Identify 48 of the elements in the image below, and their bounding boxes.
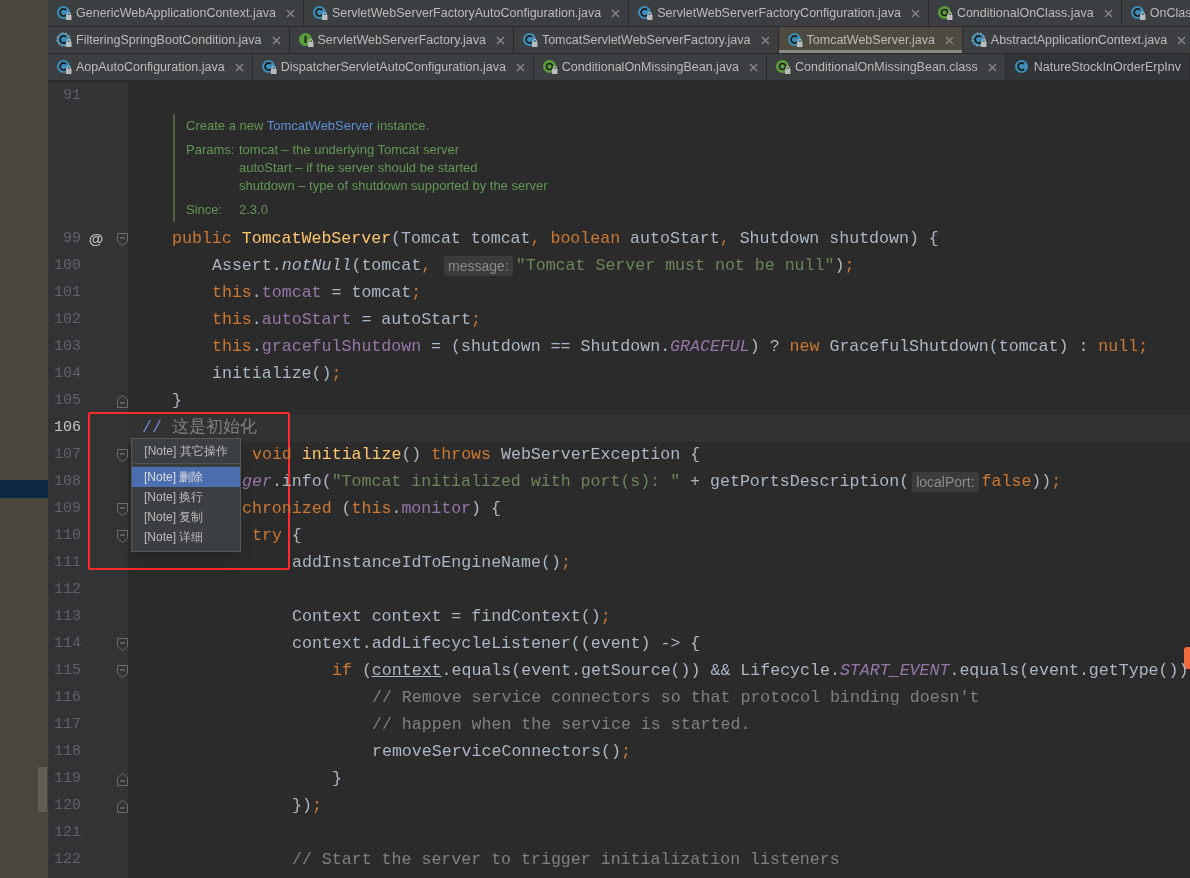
code-line: Assert.notNull(tomcat, message: "Tomcat Server must not be null");	[212, 255, 855, 279]
doc-label: Params:	[186, 141, 236, 159]
editor-tab[interactable]: TomcatWebServer.java	[778, 27, 963, 53]
selection-bar	[0, 480, 48, 498]
fold-marker-icon[interactable]	[117, 665, 128, 678]
code-line: }	[172, 390, 182, 413]
editor-tab[interactable]: NatureStockInOrderErpInv	[1005, 54, 1190, 80]
code-line: this.autoStart = autoStart;	[212, 309, 481, 332]
fold-marker-icon[interactable]	[117, 503, 128, 516]
code-editor[interactable]	[48, 82, 1190, 878]
code-line: // 这是初始化	[142, 417, 257, 440]
fold-marker-icon[interactable]	[117, 530, 128, 543]
fold-marker-icon[interactable]	[117, 233, 128, 246]
code-line: public TomcatWebServer(Tomcat tomcat, boolean autoStart, Shutdown shutdown) {	[172, 228, 939, 251]
code-line: this.gracefulShutdown = (shutdown == Shutdown.GRACEFUL) ? new GracefulShutdown(tomcat) : null;	[212, 336, 1149, 359]
code-line: });	[292, 795, 322, 818]
line-number: 106	[53, 418, 81, 439]
code-line: if (context.equals(event.getSource()) && Lifecycle.START_EVENT.equals(event.getType())	[332, 660, 1189, 683]
gutter-marker[interactable]: @	[81, 228, 111, 251]
code-line: initialize();	[212, 363, 342, 386]
menu-item[interactable]: [Note] 删除	[132, 467, 240, 487]
code-line: context.addLifecycleListener((event) -> {	[292, 633, 701, 656]
menu-item[interactable]: [Note] 详细	[132, 527, 240, 547]
doc-summary: Create a new TomcatWebServer instance.	[186, 117, 431, 135]
menu-item[interactable]: [Note] 换行	[132, 487, 240, 507]
doc-param: tomcat – the underlying Tomcat server	[239, 141, 461, 159]
fold-marker-icon[interactable]	[117, 395, 128, 408]
code-line: removeServiceConnectors();	[372, 741, 631, 764]
menu-item[interactable]: [Note] 复制	[132, 507, 240, 527]
code-line: // Remove service connectors so that protocol binding doesn't	[372, 687, 980, 710]
code-line: this.tomcat = tomcat;	[212, 282, 422, 305]
code-line: }	[332, 768, 342, 791]
fold-marker-icon[interactable]	[117, 638, 128, 651]
fold-marker-icon[interactable]	[117, 773, 128, 786]
code-line: // happen when the service is started.	[372, 714, 751, 737]
menu-header: [Note] 其它操作	[132, 439, 240, 464]
code-line: // Start the server to trigger initialization listeners	[292, 849, 840, 872]
fold-marker-icon[interactable]	[117, 449, 128, 462]
doc-label: Since:	[186, 201, 224, 219]
scroll-thumb[interactable]	[38, 767, 47, 812]
class-file-icon	[1013, 59, 1030, 75]
code-line: try {	[252, 525, 302, 548]
code-line: Context context = findContext();	[292, 606, 611, 629]
doc-param: shutdown – type of shutdown supported by the server	[239, 177, 548, 195]
doc-since: 2.3.0	[239, 201, 268, 219]
doc-param: autoStart – if the server should be started	[239, 159, 479, 177]
code-line: addInstanceIdToEngineName();	[292, 552, 571, 575]
fold-marker-icon[interactable]	[117, 800, 128, 813]
